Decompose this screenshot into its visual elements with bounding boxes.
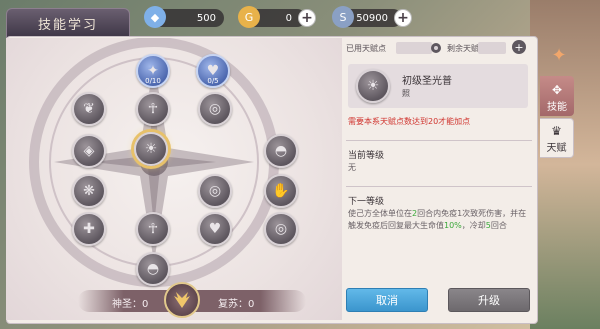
hands-icon: ❋: [83, 183, 95, 199]
silver-coin-icon: S: [332, 6, 354, 28]
skill-tab-icon: ✥: [551, 83, 563, 97]
used-points-label: 已用天赋点: [346, 44, 386, 53]
heart-shield-icon: ♥: [208, 221, 222, 237]
tab-skill[interactable]: ✥ 技能: [540, 76, 574, 116]
text-segment: 使己方全体单位在: [348, 209, 412, 218]
talent-tab-icon: ♛: [551, 124, 562, 138]
swirl-icon: ◎: [208, 101, 222, 117]
feather-icon: ❦: [83, 101, 95, 117]
wing-emblem-icon: [164, 282, 200, 318]
tab-talent[interactable]: ♛ 天赋: [540, 118, 574, 158]
top-currency-bar: 技能学习 ◆ 500 G 0 + S 50900 +: [0, 0, 600, 38]
add-talent-point-button[interactable]: +: [512, 40, 526, 54]
text-segment: 回合: [490, 221, 507, 230]
selected-skill-icon: ☀: [356, 69, 390, 103]
node-count: 0/5: [207, 77, 219, 85]
divider: [346, 140, 532, 141]
text-highlight: 10%: [444, 221, 462, 230]
skill-type: 照: [402, 89, 410, 98]
swirl-icon: ◎: [208, 183, 222, 199]
current-level-title: 当前等级: [348, 151, 385, 161]
next-level-title: 下一等级: [348, 197, 385, 207]
next-level-text: 使己方全体单位在2回合内免疫1次致死伤害，并在触发免疫后回复最大生命值10%，冷…: [348, 208, 528, 232]
requirement-warning: 需要本系天赋点数达到20才能加点: [348, 117, 471, 126]
revive-points-label: 复苏：0: [218, 299, 255, 310]
window-title: 技能学习: [6, 8, 130, 38]
swirl-icon: ◎: [274, 221, 288, 237]
talent-node-7[interactable]: ◓: [264, 134, 298, 168]
light-figure-icon: ☀: [366, 78, 380, 94]
plus-shield-icon: ✚: [83, 221, 95, 237]
add-coin-button[interactable]: +: [298, 9, 316, 27]
talent-node-2[interactable]: ♥ 0/5: [196, 54, 230, 88]
dome-icon: ◓: [274, 143, 288, 159]
used-points-box: [396, 42, 432, 54]
diamond-icon: ◆: [144, 6, 166, 28]
handshake-icon: ✋: [272, 183, 290, 199]
add-silver-button[interactable]: +: [394, 9, 412, 27]
figure-icon: ☥: [147, 221, 159, 237]
light-figure-icon: ☀: [144, 141, 158, 157]
figure-icon: ☥: [147, 101, 159, 117]
remaining-points-box: [478, 42, 506, 54]
shield-icon: ◈: [83, 143, 95, 159]
talent-point-icon: [430, 42, 442, 54]
current-level-text: 无: [348, 163, 356, 172]
skill-name: 初级圣光普: [402, 76, 452, 87]
tab-skill-label: 技能: [547, 102, 567, 113]
talent-node-5[interactable]: ◎: [198, 92, 232, 126]
text-segment: ，冷却: [461, 221, 486, 230]
talent-node-10[interactable]: ✋: [264, 174, 298, 208]
close-icon[interactable]: ✦: [548, 44, 570, 66]
diamond-value: 500: [196, 12, 216, 24]
silver-currency: S 50900 +: [332, 6, 412, 28]
coin-currency: G 0 +: [238, 6, 316, 28]
upgrade-button[interactable]: 升级: [448, 288, 530, 312]
talent-node-14[interactable]: ◎: [264, 212, 298, 246]
coin-icon: G: [238, 6, 260, 28]
talent-node-13[interactable]: ♥: [198, 212, 232, 246]
cancel-button[interactable]: 取消: [346, 288, 428, 312]
selected-skill-card: ☀ 初级圣光普 照: [348, 64, 528, 108]
diamond-currency: ◆ 500: [144, 6, 224, 28]
skill-info-panel: 已用天赋点 剩余天赋点 + ☀ 初级圣光普 照 需要本系天赋点数达到20才能加点…: [346, 40, 532, 322]
talent-node-11[interactable]: ✚: [72, 212, 106, 246]
talent-points-stats: 已用天赋点 剩余天赋点 +: [346, 40, 532, 60]
dome-icon: ◓: [146, 261, 160, 277]
tab-talent-label: 天赋: [546, 143, 567, 154]
talent-node-6[interactable]: ◈: [72, 134, 106, 168]
silver-value: 50900: [356, 12, 388, 24]
talent-wheel: ✦ 0/10 ♥ 0/5 ❦ ☥ ◎ ◈ ☀ ◓ ❋ ◎ ✋ ✚ ☥ ♥ ◎ ◓: [38, 40, 302, 286]
talent-node-selected[interactable]: ☀: [134, 132, 168, 166]
talent-node-12[interactable]: ☥: [136, 212, 170, 246]
talent-node-1[interactable]: ✦ 0/10: [136, 54, 170, 88]
talent-node-8[interactable]: ❋: [72, 174, 106, 208]
talent-node-15[interactable]: ◓: [136, 252, 170, 286]
talent-node-9[interactable]: ◎: [198, 174, 232, 208]
talent-node-4[interactable]: ☥: [136, 92, 170, 126]
holy-points-label: 神圣：0: [112, 299, 149, 310]
coin-value: 0: [285, 12, 292, 24]
talent-node-3[interactable]: ❦: [72, 92, 106, 126]
divider: [346, 186, 532, 187]
node-count: 0/10: [145, 77, 161, 85]
